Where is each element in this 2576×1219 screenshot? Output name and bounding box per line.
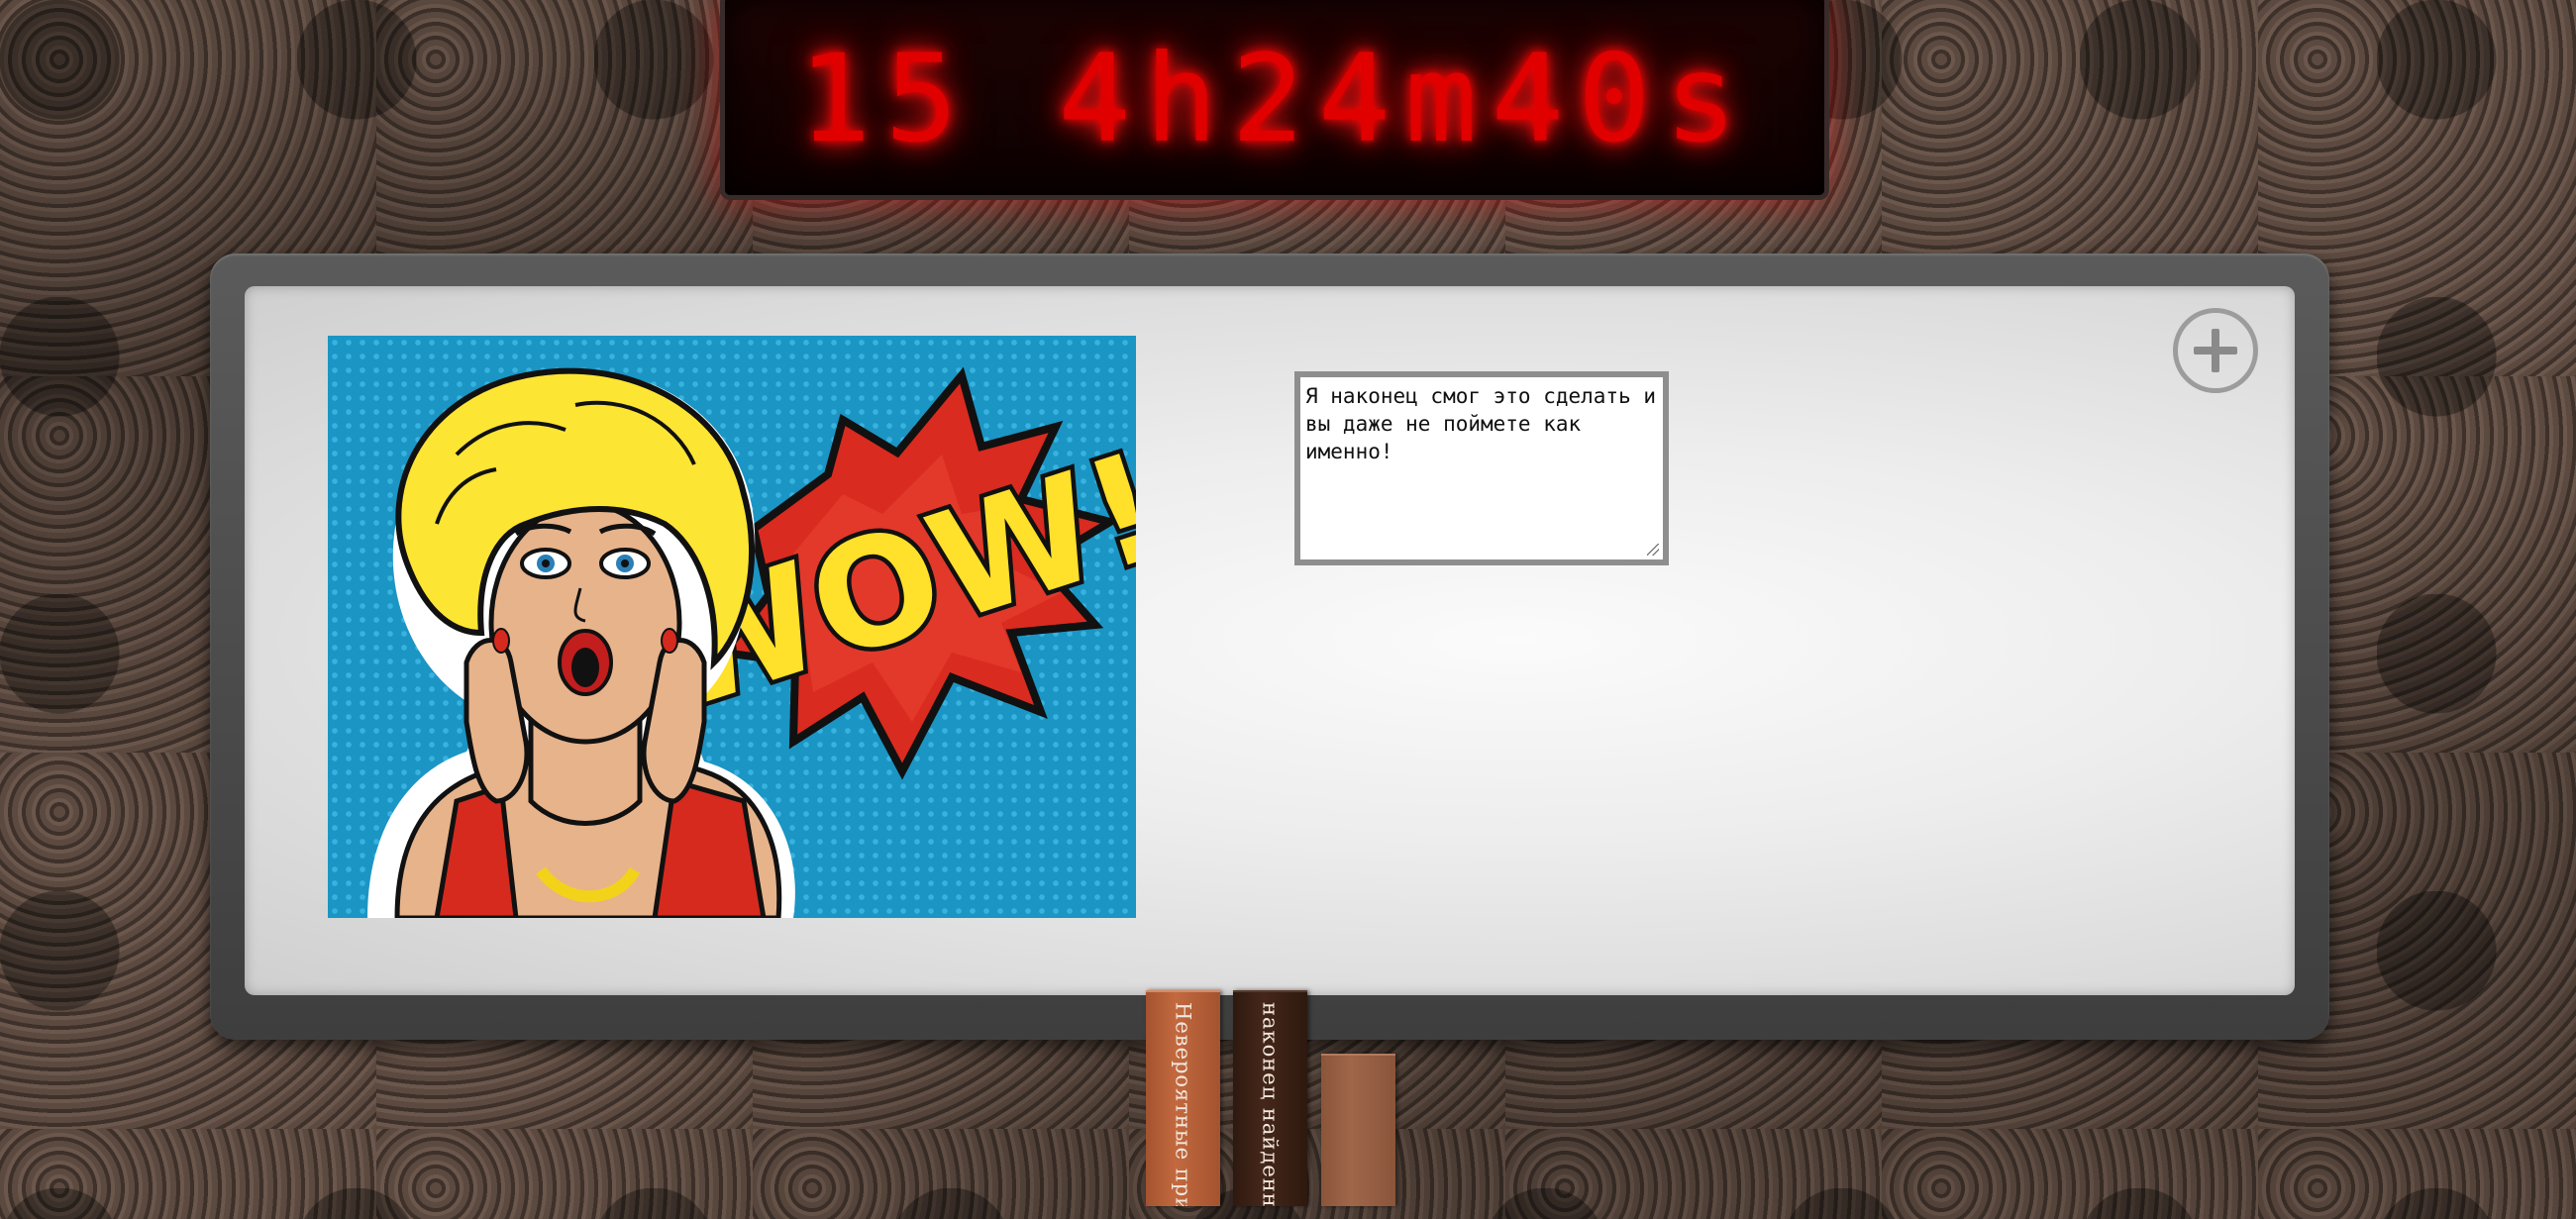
board-surface: WOW! Я наконец смог это сделать и вы даж…	[245, 286, 2295, 995]
plus-circle-icon[interactable]	[2173, 308, 2258, 393]
sticky-note[interactable]: Я наконец смог это сделать и вы даже не …	[1294, 371, 1669, 565]
pop-art-image[interactable]: WOW!	[328, 336, 1136, 918]
book-title: Невероятные прикл	[1171, 1002, 1195, 1206]
board-frame: WOW! Я наконец смог это сделать и вы даж…	[210, 254, 2329, 1040]
book-spine-3[interactable]	[1321, 1054, 1395, 1206]
note-textarea[interactable]: Я наконец смог это сделать и вы даже не …	[1302, 379, 1661, 558]
book-spine-2[interactable]: наконец найденные	[1233, 990, 1307, 1206]
timer-display: 15 4h24m40s	[798, 29, 1751, 169]
resize-grip-icon[interactable]	[1647, 544, 1659, 556]
book-title: наконец найденные	[1258, 1002, 1283, 1206]
led-timer-panel: 15 4h24m40s	[720, 0, 1829, 200]
book-spine-1[interactable]: Невероятные прикл	[1146, 990, 1220, 1206]
